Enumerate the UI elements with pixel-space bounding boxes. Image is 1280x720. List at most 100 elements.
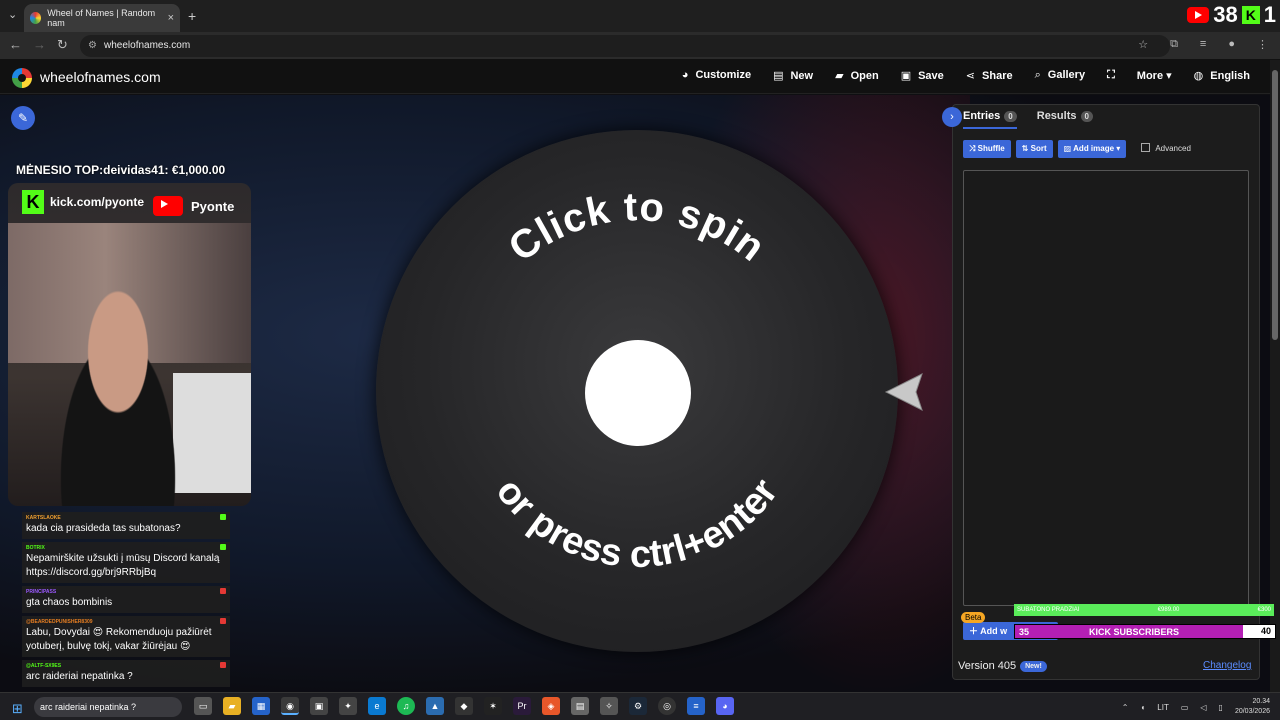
reload-icon[interactable]: ↻ [57,37,68,53]
chat-message: BOTRIX Nepamirškite užsukti į mūsų Discor… [22,542,230,583]
youtube-icon [1187,7,1210,23]
app-icon[interactable]: ▣ [310,697,328,715]
kick-icon: K [1241,6,1260,24]
entries-textarea[interactable] [963,170,1249,606]
profile-icon[interactable]: ● [1228,38,1235,51]
new-tab-button[interactable]: + [188,8,196,24]
taskview-icon[interactable]: ▭ [194,697,212,715]
sort-button[interactable]: ⇅ Sort [1015,140,1053,158]
beta-badge: Beta [961,612,986,623]
app-icon[interactable]: ✧ [600,697,618,715]
chat-text: kada cia prasideda tas subatonas? [26,523,181,534]
store-icon[interactable]: ▦ [252,697,270,715]
site-logo-icon[interactable] [12,68,32,88]
language-indicator[interactable]: LIT [1157,703,1169,712]
chat-badge-icon [220,514,226,520]
stream-counter-value: 38 [1213,2,1238,27]
tab-close-icon[interactable]: × [168,12,174,24]
menu-dots-icon[interactable]: ⋮ [1257,38,1268,51]
click-to-spin-text: Click to spin [501,185,773,270]
chrome-icon[interactable]: ◉ [281,697,299,715]
app-icon[interactable]: ✦ [339,697,357,715]
chat-overlay: KARTSLAOKE kada cia prasideda tas subaton… [22,512,230,690]
edit-pencil-button[interactable]: ✎ [11,106,35,130]
menu-open[interactable]: ▰ Open [835,69,879,82]
tab-title: Wheel of Names | Random nam [47,8,156,28]
chat-badge-icon [220,544,226,550]
media-icon[interactable]: ≡ [1200,38,1206,51]
network-icon[interactable]: ▭ [1181,703,1189,712]
stream-counter-value-2: 1 [1263,2,1276,27]
taskbar-search[interactable]: arc raideriai nepatinka ? [34,697,182,717]
brave-icon[interactable]: ◈ [542,697,560,715]
notes-icon[interactable]: ≡ [687,697,705,715]
tab-search-icon[interactable]: ⌄ [8,8,17,21]
entries-toolbar: ⤨ Shuffle ⇅ Sort ▨ Add image ▾ Advanced [963,140,1191,158]
menu-customize[interactable]: ◕ Customize [682,69,751,82]
bookmark-star-icon[interactable]: ☆ [1138,38,1148,51]
add-image-button[interactable]: ▨ Add image ▾ [1057,140,1127,158]
steam-icon[interactable]: ⚙ [629,697,647,715]
taskbar-apps: ▭ ▰ ▦ ◉ ▣ ✦ e ♫ ▲ ◆ ✶ Pr ◈ ▤ ✧ ⚙ ◎ ≡ ◕ [194,697,734,715]
windows-start-icon[interactable]: ⊞ [12,701,23,717]
site-name[interactable]: wheelofnames.com [40,69,161,85]
monthly-top-text: MĖNESIO TOP:deividas41: €1,000.00 [16,163,226,177]
chat-text: Labu, Dovydai 😍 Rekomenduoju pažiūrėt yo… [26,627,212,652]
app-icon[interactable]: ◆ [455,697,473,715]
favicon-icon [30,12,42,24]
discord-icon[interactable]: ◕ [716,697,734,715]
obs-icon[interactable]: ◎ [658,697,676,715]
checkbox-icon[interactable] [1141,143,1151,152]
share-icon: ⋖ [965,70,976,82]
chat-badge-icon [220,618,226,624]
youtube-logo-icon [153,196,183,216]
advanced-checkbox[interactable]: Advanced [1141,140,1191,158]
chat-text: arc raideriai nepatinka ? [26,671,133,682]
menu-save[interactable]: ▣ Save [901,69,944,82]
chat-message: @BEARDEDPUNISHER8309 Labu, Dovydai 😍 Reko… [22,616,230,657]
collapse-panel-icon[interactable]: › [942,107,962,127]
menu-new[interactable]: ▤ New [773,69,813,82]
chat-message: @ALTF-SX9ES arc raideriai nepatinka ? [22,660,230,687]
toolbar-icons: ☆ ⧉ ≡ ● ⋮ [1138,38,1268,51]
app-icon[interactable]: ▤ [571,697,589,715]
volume-icon[interactable]: ◁ [1200,703,1206,712]
edge-icon[interactable]: e [368,697,386,715]
chat-username: BOTRIX [26,545,45,551]
app-icon[interactable]: ✶ [484,697,502,715]
new-badge[interactable]: New! [1020,661,1047,672]
subscribers-goal: 40 [1260,626,1271,636]
site-info-icon[interactable]: ⚙ [88,35,97,57]
shuffle-icon: ⤨ [969,144,978,153]
menu-share[interactable]: ⋖ Share [966,69,1013,82]
tab-wheel-of-names[interactable]: Wheel of Names | Random nam × [24,4,180,32]
tab-results[interactable]: Results 0 [1037,110,1093,129]
extensions-icon[interactable]: ⧉ [1170,38,1178,51]
entries-count: 0 [1004,111,1017,122]
menu-more[interactable]: More ▾ [1137,69,1172,82]
menu-language[interactable]: ◍ English [1194,69,1250,82]
forward-icon[interactable]: → [33,37,46,52]
premiere-icon[interactable]: Pr [513,697,531,715]
scrollbar-thumb[interactable] [1272,70,1278,340]
spotify-icon[interactable]: ♫ [397,697,415,715]
chat-text: gta chaos bombinis [26,597,113,608]
system-tray: ⌃ ◖ LIT ▭ ◁ ▯ 20.34 20/03/2026 [1122,697,1270,717]
folder-icon: ▰ [835,70,844,82]
battery-icon[interactable]: ▯ [1219,703,1223,712]
back-icon[interactable]: ← [9,37,22,52]
tray-up-icon[interactable]: ⌃ [1122,703,1129,712]
mic-icon[interactable]: ◖ [1140,703,1145,712]
fullscreen-icon[interactable]: ⛶ [1107,69,1115,82]
site-header: wheelofnames.com ◕ Customize ▤ New ▰ Open ▣… [0,60,1270,94]
clock[interactable]: 20.34 20/03/2026 [1235,697,1270,717]
browser-tab-bar: ⌄ Wheel of Names | Random nam × + 38 K 1 [0,0,1280,32]
url-field[interactable]: ⚙ wheelofnames.com [80,35,1170,57]
photos-icon[interactable]: ▲ [426,697,444,715]
tab-entries[interactable]: Entries 0 [963,110,1017,129]
wheel-pointer-icon [884,373,923,411]
menu-gallery[interactable]: ⌕ Gallery [1035,69,1085,82]
changelog-link[interactable]: Changelog [1203,660,1251,671]
shuffle-button[interactable]: ⤨ Shuffle [963,140,1011,158]
explorer-icon[interactable]: ▰ [223,697,241,715]
